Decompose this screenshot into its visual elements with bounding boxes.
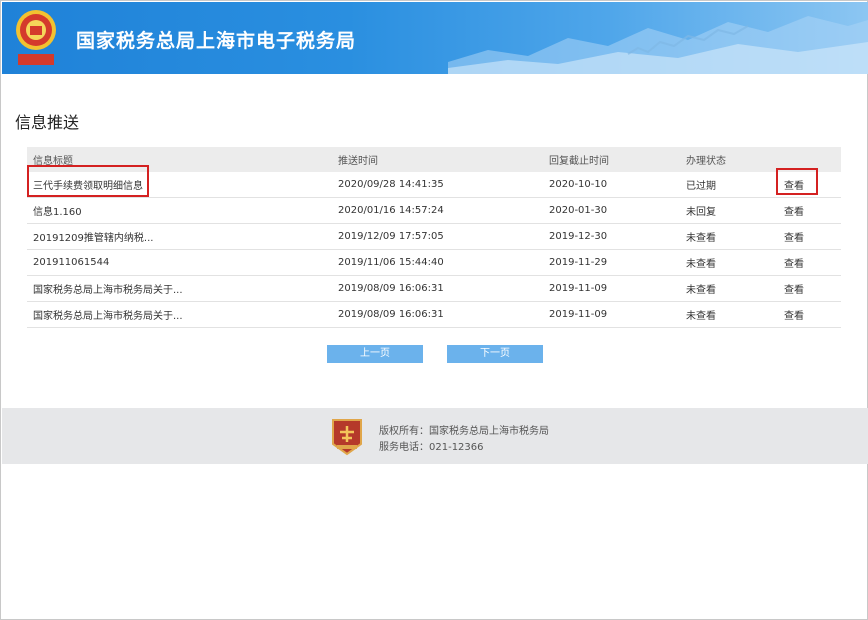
view-link[interactable]: 查看	[784, 311, 804, 322]
column-header-push-time: 推送时间	[338, 156, 378, 167]
tax-emblem-icon	[16, 10, 56, 65]
row-status: 未查看	[686, 275, 784, 302]
row-title: 国家税务总局上海市税务局关于...	[27, 275, 338, 302]
row-push-time: 2020/09/28 14:41:35	[338, 172, 549, 198]
row-push-time: 2019/12/09 17:57:05	[338, 223, 549, 250]
row-title: 201911061544	[27, 249, 338, 276]
row-status: 未回复	[686, 197, 784, 224]
column-header-action	[784, 147, 841, 172]
table-row: 国家税务总局上海市税务局关于... 2019/08/09 16:06:31 20…	[27, 301, 841, 328]
tax-badge-icon	[332, 419, 362, 456]
row-title: 信息1.160	[27, 197, 338, 224]
table-row: 三代手续费领取明细信息 2020/09/28 14:41:35 2020-10-…	[27, 172, 841, 198]
row-push-time: 2020/01/16 14:57:24	[338, 197, 549, 224]
footer-copyright: 版权所有：国家税务总局上海市税务局	[379, 426, 549, 437]
footer-phone: 服务电话：021-12366	[379, 442, 484, 453]
message-table: 信息标题 推送时间 回复截止时间 办理状态 三代手续费领取明细信息 2020/0…	[27, 147, 841, 328]
row-deadline: 2019-12-30	[549, 223, 686, 250]
row-status: 未查看	[686, 249, 784, 276]
row-title: 20191209推管辖内纳税...	[27, 223, 338, 250]
row-deadline: 2020-10-10	[549, 172, 686, 198]
table-row: 201911061544 2019/11/06 15:44:40 2019-11…	[27, 249, 841, 276]
row-deadline: 2019-11-09	[549, 301, 686, 328]
row-deadline: 2019-11-29	[549, 249, 686, 276]
view-link[interactable]: 查看	[784, 259, 804, 270]
view-link[interactable]: 查看	[784, 233, 804, 244]
row-status: 已过期	[686, 172, 784, 198]
view-link[interactable]: 查看	[784, 207, 804, 218]
site-header: 国家税务总局上海市电子税务局	[2, 2, 868, 74]
next-page-button[interactable]: 下一页	[447, 345, 543, 363]
row-push-time: 2019/11/06 15:44:40	[338, 249, 549, 276]
table-row: 信息1.160 2020/01/16 14:57:24 2020-01-30 未…	[27, 197, 841, 224]
table-row: 国家税务总局上海市税务局关于... 2019/08/09 16:06:31 20…	[27, 275, 841, 302]
row-title: 国家税务总局上海市税务局关于...	[27, 301, 338, 328]
row-deadline: 2020-01-30	[549, 197, 686, 224]
column-header-deadline: 回复截止时间	[549, 156, 609, 167]
site-title: 国家税务总局上海市电子税务局	[76, 30, 357, 52]
row-title: 三代手续费领取明细信息	[27, 172, 338, 198]
table-header-row: 信息标题 推送时间 回复截止时间 办理状态	[27, 147, 841, 172]
row-status: 未查看	[686, 301, 784, 328]
view-link[interactable]: 查看	[784, 285, 804, 296]
view-link[interactable]: 查看	[784, 181, 804, 192]
great-wall-banner	[448, 16, 868, 74]
column-header-title: 信息标题	[33, 156, 73, 167]
prev-page-button[interactable]: 上一页	[327, 345, 423, 363]
row-deadline: 2019-11-09	[549, 275, 686, 302]
column-header-status: 办理状态	[686, 156, 726, 167]
row-push-time: 2019/08/09 16:06:31	[338, 275, 549, 302]
table-row: 20191209推管辖内纳税... 2019/12/09 17:57:05 20…	[27, 223, 841, 250]
row-status: 未查看	[686, 223, 784, 250]
page-title: 信息推送	[15, 113, 80, 132]
row-push-time: 2019/08/09 16:06:31	[338, 301, 549, 328]
